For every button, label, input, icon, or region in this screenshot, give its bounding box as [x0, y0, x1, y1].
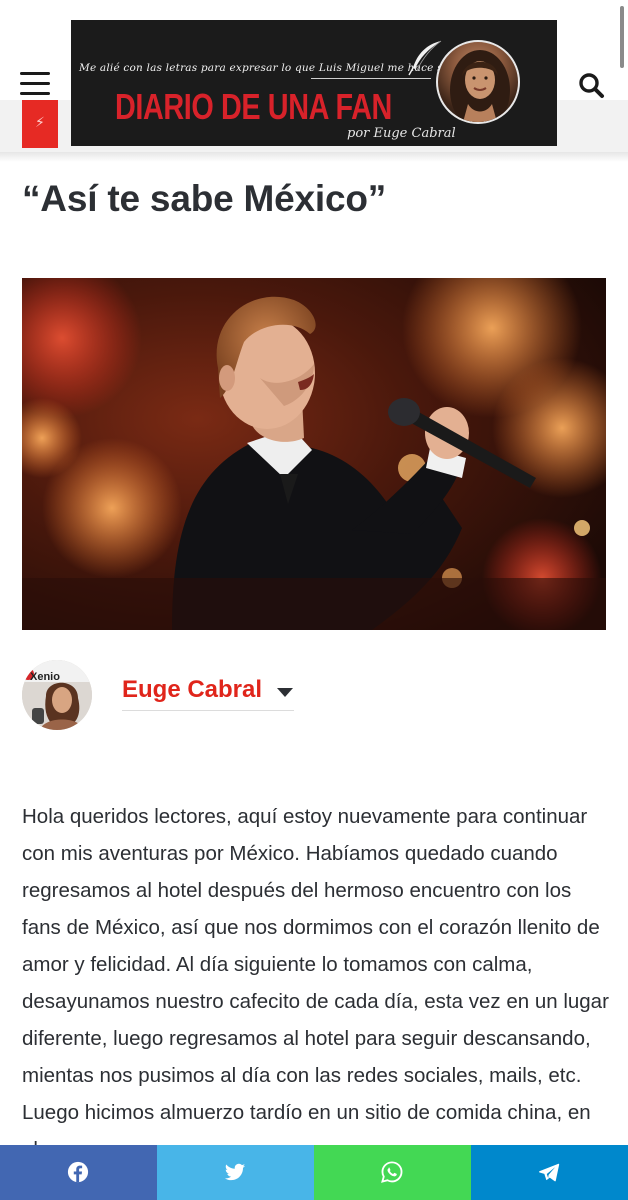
post-body: Hola queridos lectores, aquí estoy nueva… [22, 798, 612, 1145]
caret-down-icon[interactable] [276, 686, 294, 698]
author-avatar[interactable]: Xenio [22, 660, 92, 730]
tagline-underline [311, 78, 431, 79]
banner-title: DIARIO DE UNA FAN [115, 86, 392, 127]
share-whatsapp-button[interactable] [314, 1145, 471, 1200]
telegram-icon [539, 1163, 560, 1182]
twitter-icon [224, 1163, 246, 1181]
author-name-link[interactable]: Euge Cabral [122, 676, 262, 704]
share-facebook-button[interactable] [0, 1145, 157, 1200]
featured-image[interactable] [22, 278, 606, 630]
page-scrollbar[interactable] [620, 6, 624, 68]
site-logo-banner[interactable]: Me alié con las letras para expresar lo … [71, 20, 557, 146]
facebook-icon [67, 1161, 89, 1183]
post-paragraph: Hola queridos lectores, aquí estoy nueva… [22, 805, 609, 1145]
search-icon[interactable] [576, 70, 608, 102]
banner-tagline: Me alié con las letras para expresar lo … [79, 62, 470, 74]
avatar-logo-text: Xenio [30, 671, 60, 683]
author-divider [122, 710, 294, 711]
share-twitter-button[interactable] [157, 1145, 314, 1200]
share-telegram-button[interactable] [471, 1145, 628, 1200]
hamburger-menu-icon[interactable] [20, 70, 52, 98]
post-title: “Así te sabe México” [22, 178, 387, 219]
share-bar [0, 1145, 628, 1200]
banner-portrait-image [436, 40, 520, 124]
header-shadow [0, 152, 628, 162]
breaking-news-badge[interactable]: ⚡ [22, 100, 58, 148]
banner-byline: por Euge Cabral [347, 126, 456, 141]
whatsapp-icon [381, 1161, 403, 1183]
flash-icon: ⚡ [35, 114, 45, 130]
